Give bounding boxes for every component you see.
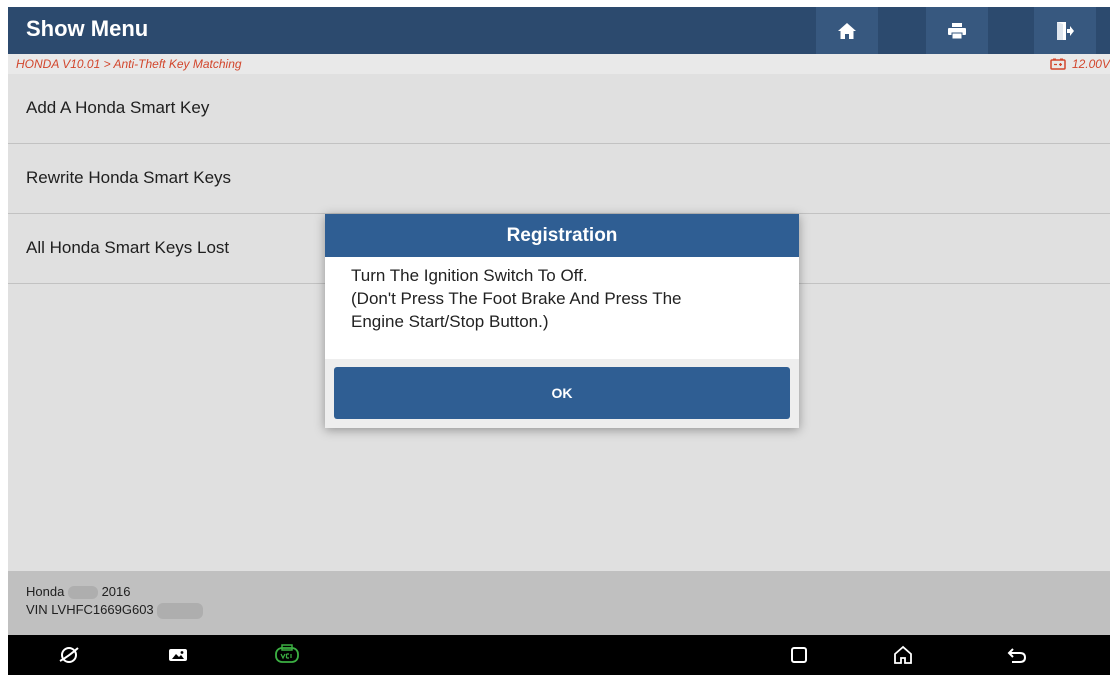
battery-icon (1050, 58, 1066, 70)
header-bar: Show Menu (8, 7, 1110, 54)
print-button[interactable] (926, 7, 988, 54)
registration-dialog: Registration Turn The Ignition Switch To… (325, 214, 799, 428)
vci-button[interactable] (274, 643, 300, 667)
back-button[interactable] (1004, 643, 1030, 667)
ok-button[interactable]: OK (334, 367, 790, 419)
dialog-header: Registration (325, 214, 799, 257)
print-icon (948, 22, 966, 39)
dialog-message: Turn The Ignition Switch To Off. (Don't … (351, 264, 781, 333)
app-window: Show Menu HONDA V10.01 > Anti-Theft Key … (8, 7, 1110, 675)
gallery-icon (169, 649, 187, 661)
back-icon (1007, 648, 1027, 663)
breadcrumb: HONDA V10.01 > Anti-Theft Key Matching (16, 57, 242, 71)
recent-apps-button[interactable] (786, 643, 812, 667)
gallery-button[interactable] (165, 643, 191, 667)
home-nav-icon (894, 645, 912, 664)
dialog-message-line: (Don't Press The Foot Brake And Press Th… (351, 289, 682, 308)
home-icon (838, 22, 856, 39)
dialog-message-line: Engine Start/Stop Button.) (351, 312, 549, 331)
dialog-message-line: Turn The Ignition Switch To Off. (351, 266, 588, 285)
home-nav-button[interactable] (890, 643, 916, 667)
dialog-title: Registration (506, 225, 618, 246)
voltage-value: 12.00V (1071, 57, 1110, 71)
android-nav-bar (8, 635, 1110, 675)
vci-icon (275, 644, 299, 663)
breadcrumb-bar: HONDA V10.01 > Anti-Theft Key Matching 1… (8, 54, 1110, 74)
voltage-indicator: 12.00V (1050, 57, 1110, 71)
home-button[interactable] (816, 7, 878, 54)
exit-button[interactable] (1034, 7, 1096, 54)
browser-button[interactable] (56, 643, 82, 667)
recent-apps-icon (791, 647, 807, 663)
browser-icon (59, 647, 79, 663)
page-title: Show Menu (26, 16, 149, 41)
exit-icon (1057, 21, 1074, 40)
